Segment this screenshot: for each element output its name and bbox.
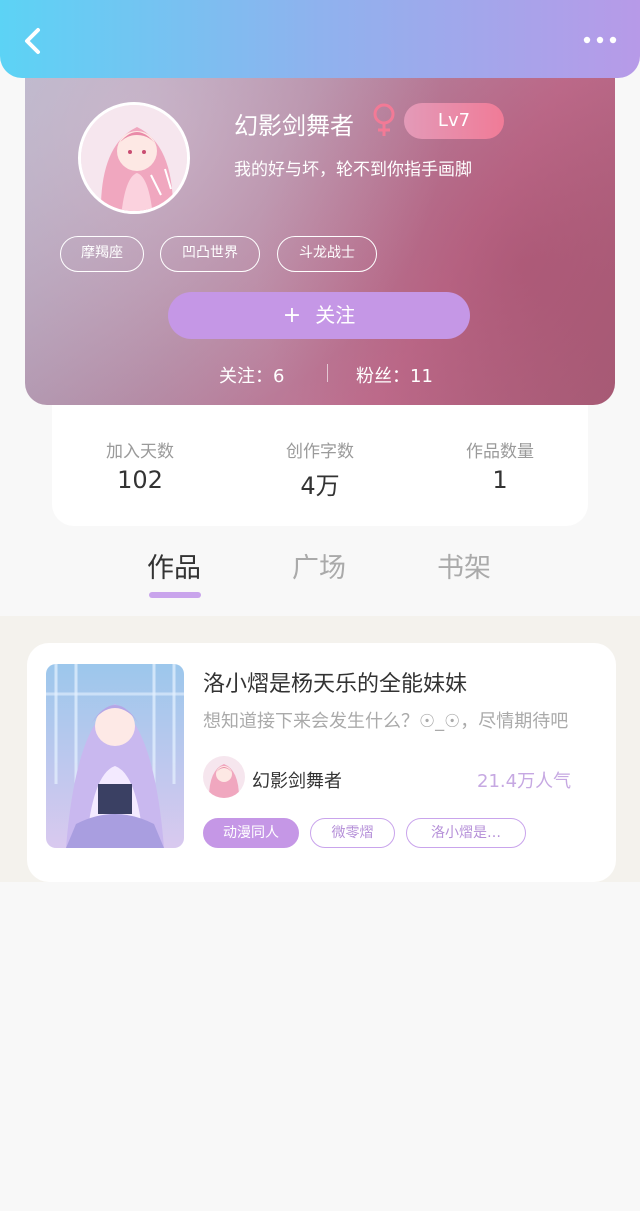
popularity-count: 21.4万人气 <box>477 771 572 792</box>
chevron-left-icon <box>25 28 40 54</box>
work-cover[interactable] <box>46 664 184 848</box>
tab-square[interactable]: 广场 <box>292 546 346 585</box>
stat-label: 作品数量 <box>466 442 534 462</box>
more-dots-icon <box>583 36 617 44</box>
work-tag[interactable]: 微零熠 <box>310 818 395 848</box>
follow-button[interactable]: + 关注 <box>168 292 470 339</box>
stat-join-days: 加入天数 102 <box>70 437 210 494</box>
stat-value: 4万 <box>300 472 340 500</box>
tab-bookshelf[interactable]: 书架 <box>437 546 491 585</box>
tab-bar: 作品 广场 书架 <box>0 546 640 616</box>
author-name[interactable]: 幻影剑舞者 <box>252 767 342 793</box>
avatar[interactable] <box>78 102 190 214</box>
username: 幻影剑舞者 <box>234 112 354 140</box>
work-title[interactable]: 洛小熠是杨天乐的全能妹妹 <box>203 666 467 698</box>
stat-value: 102 <box>117 466 163 494</box>
work-card[interactable]: 洛小熠是杨天乐的全能妹妹 想知道接下来会发生什么？☉_☉，尽情期待吧 幻影剑舞者… <box>27 643 616 882</box>
followers-count[interactable]: 粉丝：11 <box>356 362 433 388</box>
stat-works-count: 作品数量 1 <box>430 437 570 494</box>
follow-button-label: 关注 <box>315 303 356 327</box>
profile-tag[interactable]: 斗龙战士 <box>277 236 377 272</box>
profile-tag[interactable]: 凹凸世界 <box>160 236 260 272</box>
stat-word-count: 创作字数 4万 <box>250 437 390 501</box>
plus-icon: + <box>282 303 302 328</box>
work-tag[interactable]: 动漫同人 <box>203 818 299 848</box>
divider <box>327 364 328 382</box>
level-badge: Lv7 <box>404 103 504 139</box>
author-avatar[interactable] <box>203 756 245 798</box>
back-button[interactable] <box>18 24 48 58</box>
work-tag[interactable]: 洛小熠是… <box>406 818 526 848</box>
stat-label: 加入天数 <box>106 442 174 462</box>
work-description: 想知道接下来会发生什么？☉_☉，尽情期待吧 <box>203 711 569 732</box>
following-count[interactable]: 关注：6 <box>219 362 284 388</box>
bio-text: 我的好与坏，轮不到你指手画脚 <box>234 160 472 180</box>
tab-works[interactable]: 作品 <box>147 546 201 585</box>
more-button[interactable] <box>582 30 618 50</box>
stat-label: 创作字数 <box>286 442 354 462</box>
stats-card: 加入天数 102 创作字数 4万 作品数量 1 <box>52 405 588 526</box>
header-bar <box>0 0 640 78</box>
profile-tag[interactable]: 摩羯座 <box>60 236 144 272</box>
tab-indicator <box>149 592 201 598</box>
stat-value: 1 <box>492 466 508 494</box>
female-icon <box>370 102 398 138</box>
